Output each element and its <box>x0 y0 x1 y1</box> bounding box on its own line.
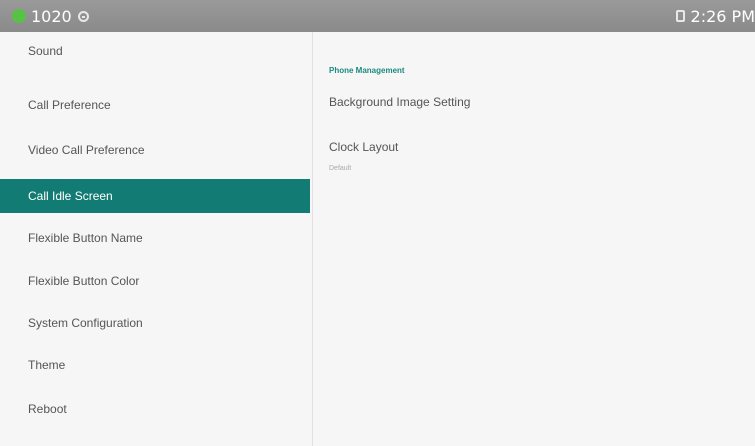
sidebar-item-label: Video Call Preference <box>28 143 145 157</box>
sidebar-item-label: Sound <box>28 44 63 58</box>
sidebar-item-label: Theme <box>28 358 66 372</box>
sidebar-item-label: Flexible Button Name <box>28 231 143 245</box>
section-title: Phone Management <box>329 66 405 75</box>
sidebar-item-flexible-button-color[interactable]: Flexible Button Color <box>0 264 310 298</box>
globe-icon <box>77 10 89 22</box>
sidebar-item-label: System Configuration <box>28 316 143 330</box>
status-left: 1020 <box>12 0 89 32</box>
background-image-setting[interactable]: Background Image Setting <box>329 95 470 109</box>
sidebar-item-call-preference[interactable]: Call Preference <box>0 88 310 122</box>
sidebar-item-label: Call Idle Screen <box>28 189 113 203</box>
sidebar-item-call-idle-screen[interactable]: Call Idle Screen <box>0 179 310 213</box>
phone-icon <box>675 10 685 22</box>
clock-layout-setting[interactable]: Clock Layout <box>329 140 398 154</box>
settings-sidebar: Sound Call Preference Video Call Prefere… <box>0 32 313 446</box>
sidebar-item-reboot[interactable]: Reboot <box>0 392 310 426</box>
extension-number: 1020 <box>31 6 72 26</box>
sidebar-item-theme[interactable]: Theme <box>0 348 310 382</box>
sidebar-item-label: Reboot <box>28 402 67 416</box>
settings-content: Phone Management Background Image Settin… <box>313 32 755 446</box>
status-right: 2:26 PM <box>675 0 755 32</box>
status-time: 2:26 PM <box>690 6 755 26</box>
sidebar-item-label: Flexible Button Color <box>28 274 140 288</box>
sidebar-item-system-configuration[interactable]: System Configuration <box>0 306 310 340</box>
sidebar-item-label: Call Preference <box>28 98 111 112</box>
status-bar: 1020 2:26 PM <box>0 0 755 32</box>
registration-status-icon <box>12 9 26 23</box>
sidebar-item-flexible-button-name[interactable]: Flexible Button Name <box>0 221 310 255</box>
clock-layout-value: Default <box>329 165 352 172</box>
sidebar-item-video-call-preference[interactable]: Video Call Preference <box>0 133 310 167</box>
sidebar-item-sound[interactable]: Sound <box>0 34 310 68</box>
